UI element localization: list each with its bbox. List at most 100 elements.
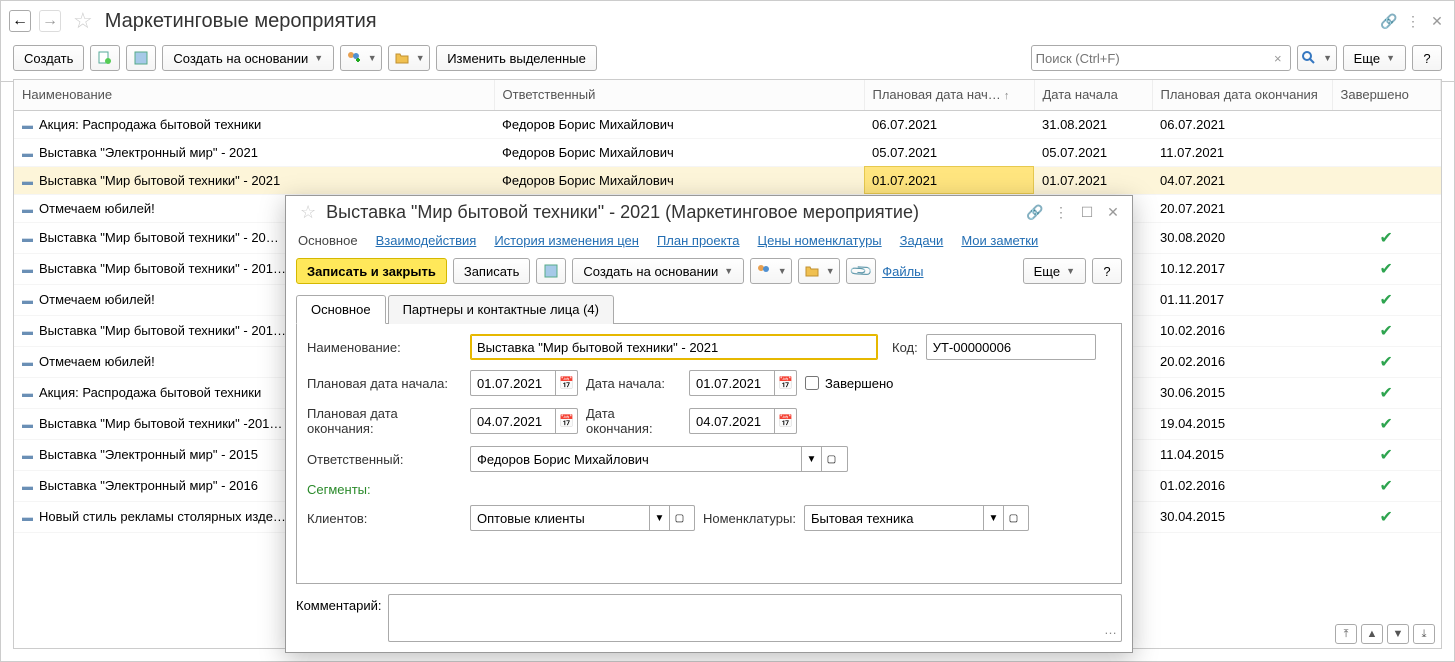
calendar-icon[interactable]: 📅 [555,409,577,433]
col-plan-start[interactable]: Плановая дата нач… [864,80,1034,110]
kebab-menu-icon[interactable]: ⋮ [1404,12,1422,30]
plan-start-field[interactable] [471,376,555,391]
copy-button[interactable] [90,45,120,71]
scroll-bottom-button[interactable]: ⤓ [1413,624,1435,644]
plan-start-input[interactable]: 📅 [470,370,578,396]
nav-main[interactable]: Основное [298,233,358,248]
scroll-down-button[interactable]: ▼ [1387,624,1409,644]
clients-label: Клиентов: [307,511,367,526]
table-row[interactable]: ▬Акция: Распродажа бытовой техникиФедоро… [14,110,1441,138]
popup-icon[interactable]: ▢ [1003,506,1023,530]
search-submit-button[interactable]: ▼ [1297,45,1337,71]
create-based-on-button[interactable]: Создать на основании▼ [162,45,334,71]
nav-price-history[interactable]: История изменения цен [494,233,639,248]
calendar-icon[interactable]: 📅 [774,409,796,433]
list-button[interactable] [126,45,156,71]
dialog-users-add-button[interactable]: ▼ [750,258,792,284]
check-icon: ✔ [1340,507,1433,527]
folder-action-button[interactable]: ▼ [388,45,430,71]
dialog-link-icon[interactable]: 🔗 [1026,204,1044,222]
close-page-icon[interactable]: ✕ [1428,12,1446,30]
files-link[interactable]: Файлы [882,264,923,279]
dialog-kebab-icon[interactable]: ⋮ [1052,204,1070,222]
completed-checkbox[interactable] [805,376,819,390]
responsible-input[interactable]: ▼▢ [470,446,848,472]
favorite-star-icon[interactable]: ☆ [73,8,93,34]
scroll-top-button[interactable]: ⤒ [1335,624,1357,644]
clients-input[interactable]: ▼▢ [470,505,695,531]
nomenclature-field[interactable] [805,511,983,526]
calendar-icon[interactable]: 📅 [555,371,577,395]
chevron-down-icon[interactable]: ▼ [649,506,669,530]
popup-icon[interactable]: ▢ [669,506,689,530]
more-button[interactable]: Еще▼ [1343,45,1406,71]
actual-end-field[interactable] [690,414,774,429]
actual-start-field[interactable] [690,376,774,391]
dialog-star-icon[interactable]: ☆ [300,202,316,223]
dialog-close-icon[interactable]: ✕ [1104,204,1122,222]
responsible-field[interactable] [471,452,801,467]
calendar-icon[interactable]: 📅 [774,371,796,395]
save-button[interactable]: Записать [453,258,531,284]
users-add-button[interactable]: ▼ [340,45,382,71]
check-icon: ✔ [1340,321,1433,341]
code-input[interactable] [926,334,1096,360]
nav-tasks[interactable]: Задачи [900,233,944,248]
chevron-down-icon: ▼ [724,266,733,276]
save-close-button[interactable]: Записать и закрыть [296,258,447,284]
plan-end-label: Плановая дата окончания: [307,406,462,436]
plan-end-field[interactable] [471,414,555,429]
dialog-help-button[interactable]: ? [1092,258,1122,284]
col-completed[interactable]: Завершено [1332,80,1441,110]
check-icon: ✔ [1340,290,1433,310]
chevron-down-icon: ▼ [1323,53,1332,63]
tab-partners[interactable]: Партнеры и контактные лица (4) [388,295,614,324]
popup-icon[interactable]: ▢ [821,447,841,471]
table-row[interactable]: ▬Выставка "Мир бытовой техники" - 2021Фе… [14,166,1441,194]
col-plan-end[interactable]: Плановая дата окончания [1152,80,1332,110]
plan-end-input[interactable]: 📅 [470,408,578,434]
clients-field[interactable] [471,511,649,526]
create-button[interactable]: Создать [13,45,84,71]
nav-nomenclature-prices[interactable]: Цены номенклатуры [758,233,882,248]
change-selected-button[interactable]: Изменить выделенные [436,45,597,71]
segments-section-label: Сегменты: [307,482,1111,497]
search-input[interactable] [1036,51,1270,66]
dialog-more-label: Еще [1034,264,1060,279]
col-responsible[interactable]: Ответственный [494,80,864,110]
nav-my-notes[interactable]: Мои заметки [961,233,1038,248]
table-row[interactable]: ▬Выставка "Электронный мир" - 2021Федоро… [14,138,1441,166]
dialog-folder-button[interactable]: ▼ [798,258,840,284]
tab-main[interactable]: Основное [296,295,386,324]
nav-interactions[interactable]: Взаимодействия [376,233,477,248]
nomenclature-input[interactable]: ▼▢ [804,505,1029,531]
responsible-label: Ответственный: [307,452,462,467]
dialog-title: Выставка "Мир бытовой техники" - 2021 (М… [326,202,919,223]
name-input[interactable] [470,334,878,360]
actual-start-label: Дата начала: [586,376,681,391]
check-icon: ✔ [1340,476,1433,496]
search-clear-icon[interactable]: × [1270,51,1286,66]
nav-forward-button[interactable]: → [39,10,61,32]
scroll-up-button[interactable]: ▲ [1361,624,1383,644]
link-icon[interactable]: 🔗 [1380,12,1398,30]
col-actual-start[interactable]: Дата начала [1034,80,1152,110]
chevron-down-icon[interactable]: ▼ [983,506,1003,530]
attachment-button[interactable]: 📎 [846,258,876,284]
actual-start-input[interactable]: 📅 [689,370,797,396]
help-button[interactable]: ? [1412,45,1442,71]
dialog-maximize-icon[interactable]: ☐ [1078,204,1096,222]
dialog-list-button[interactable] [536,258,566,284]
row-icon: ▬ [22,148,33,160]
nav-project-plan[interactable]: План проекта [657,233,740,248]
event-detail-dialog: ☆ Выставка "Мир бытовой техники" - 2021 … [285,195,1133,653]
actual-end-input[interactable]: 📅 [689,408,797,434]
chevron-down-icon[interactable]: ▼ [801,447,821,471]
dialog-create-based-on-button[interactable]: Создать на основании▼ [572,258,744,284]
nav-back-button[interactable]: ← [9,10,31,32]
expand-icon[interactable]: … [1104,622,1117,637]
chevron-down-icon: ▼ [778,266,787,276]
dialog-more-button[interactable]: Еще▼ [1023,258,1086,284]
col-name[interactable]: Наименование [14,80,494,110]
comment-input[interactable]: … [388,594,1123,642]
